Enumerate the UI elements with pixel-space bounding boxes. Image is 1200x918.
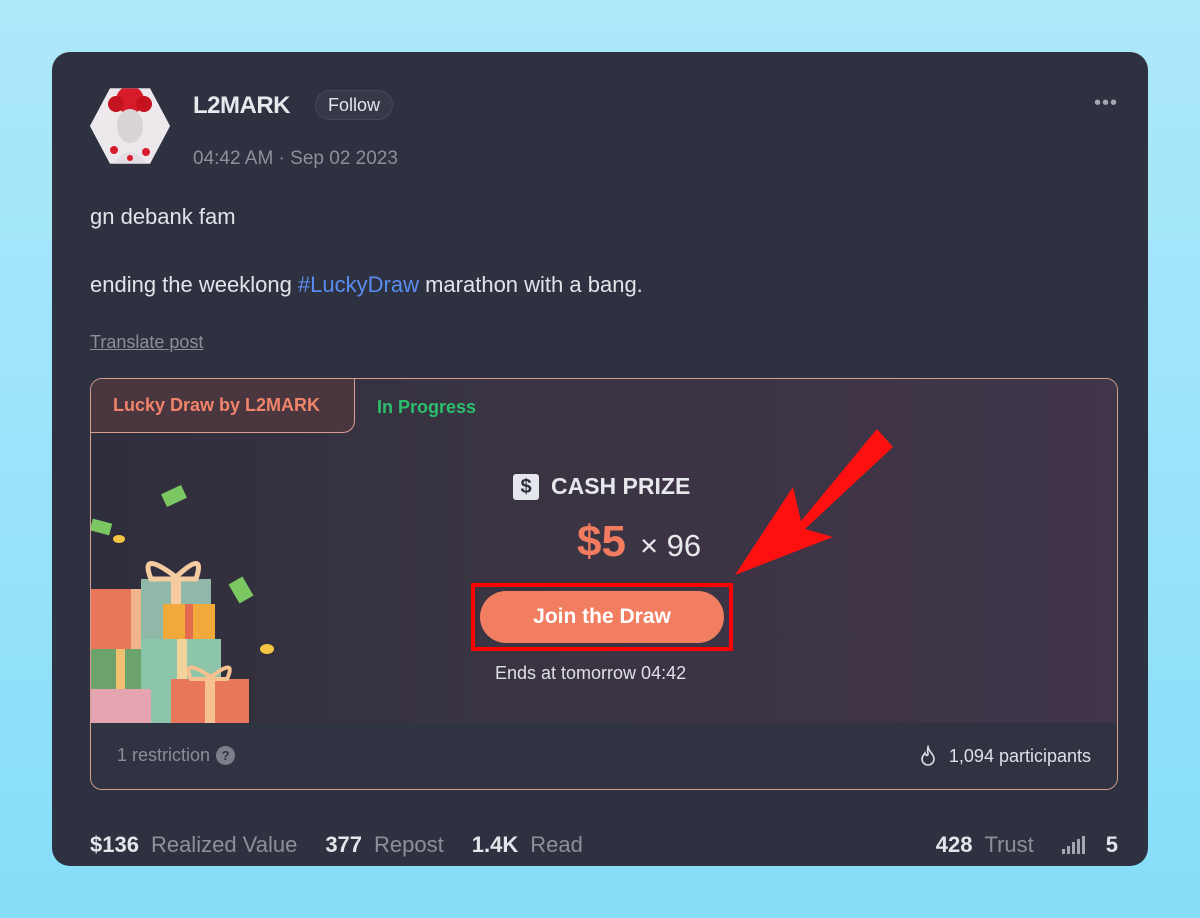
realized-value: $136 [90,832,139,857]
help-icon[interactable]: ? [216,746,236,765]
post-card: L2MARK Follow 04:42 AM · Sep 02 2023 •••… [52,52,1148,866]
prize-multiplier: × 96 [639,528,702,563]
post-text-before: ending the weeklong [90,272,298,297]
repost-button[interactable]: Repost [374,832,444,858]
draw-status: In Progress [377,397,477,417]
more-dots-icon[interactable]: ••• [1094,92,1118,115]
gift-boxes-illustration [91,485,274,723]
prize-amount-row: $5 × 96 [577,517,701,567]
prize-amount: $5 [577,517,626,566]
post-text-line-2: ending the weeklong #LuckyDraw marathon … [90,272,643,298]
participants-count: 1,094 participants [948,745,1091,766]
post-text-line-1: gn debank fam [90,204,236,229]
follow-button[interactable]: Follow [315,90,394,120]
dollar-icon: $ [513,473,539,500]
lucky-draw-body: Lucky Draw by L2MARK In Progress $ CASH … [91,379,1117,723]
repost-count: 377 [325,832,363,857]
trust-stats: 428 Trust 5 [936,832,1118,858]
draw-end-time: Ends at tomorrow 04:42 [495,663,687,683]
read-count: 1.4K [471,832,519,857]
realized-value-label: Realized Value [150,832,298,857]
post-stats: $136 Realized Value 377 Repost 1.4K Read [90,832,611,858]
post-text-after: marathon with a bang. [418,272,643,297]
fire-icon [921,745,935,766]
trust-count: 428 [935,832,973,857]
participants-info: 1,094 participants [917,745,1091,767]
post-timestamp: 04:42 AM · Sep 02 2023 [193,148,398,169]
lucky-draw-card: Lucky Draw by L2MARK In Progress $ CASH … [90,378,1118,790]
translate-post-link[interactable]: Translate post [90,332,203,353]
join-draw-button[interactable]: Join the Draw [480,591,724,643]
cash-prize-label: CASH PRIZE [551,473,691,499]
signal-bars-icon [1061,836,1085,854]
lucky-draw-tab: Lucky Draw by L2MARK [91,379,355,433]
avatar[interactable] [90,88,170,164]
trust-button[interactable]: Trust [984,832,1033,858]
restriction-info[interactable]: 1 restriction ? [117,745,236,766]
draw-footer: 1 restriction ? 1,094 participants [91,723,1117,789]
signal-count: 5 [1105,832,1118,857]
restriction-text: 1 restriction [117,745,211,765]
read-label: Read [530,832,583,857]
hashtag-link[interactable]: #LuckyDraw [298,272,419,297]
red-arrow-annotation [735,429,893,575]
cash-prize-header: $ CASH PRIZE [513,473,690,500]
author-name[interactable]: L2MARK [193,92,291,120]
